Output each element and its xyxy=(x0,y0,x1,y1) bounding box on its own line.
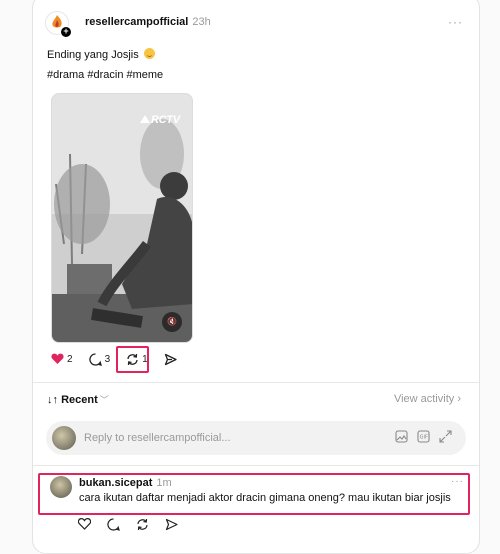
caption-text: Ending yang Josjis xyxy=(47,49,139,61)
like-button[interactable]: 2 xyxy=(51,353,73,365)
logo-text: RCTV xyxy=(151,114,180,126)
channel-logo: RCTV xyxy=(140,114,180,126)
sort-arrows-icon: ↓↑ xyxy=(47,394,58,406)
divider xyxy=(33,465,479,466)
comment-text: cara ikutan daftar menjadi aktor dracin … xyxy=(79,492,451,504)
send-icon[interactable] xyxy=(165,518,178,531)
divider xyxy=(33,382,479,383)
logo-triangle-icon xyxy=(140,115,150,123)
reply-input[interactable]: Reply to resellercampofficial... xyxy=(84,432,231,444)
post-more-icon[interactable]: ··· xyxy=(448,15,463,29)
avatar xyxy=(52,426,76,450)
heart-outline-icon[interactable] xyxy=(78,518,91,530)
send-icon xyxy=(164,353,177,365)
comment-bubble-icon[interactable] xyxy=(107,518,120,531)
svg-text:GIF: GIF xyxy=(420,435,428,441)
comment-more-icon[interactable]: ··· xyxy=(451,476,464,487)
post-username[interactable]: resellercampofficial xyxy=(85,16,188,28)
post-hashtags[interactable]: #drama #dracin #meme xyxy=(47,69,163,81)
comment-actions xyxy=(78,518,178,531)
repost-icon[interactable] xyxy=(136,518,149,531)
brand-avatar[interactable]: + xyxy=(45,11,72,38)
sort-dropdown[interactable]: ↓↑ Recent ﹀ xyxy=(47,393,109,406)
mute-icon[interactable]: 🔇 xyxy=(162,312,182,332)
reply-composer[interactable]: Reply to resellercampofficial... GIF xyxy=(46,421,466,455)
share-button[interactable] xyxy=(164,353,177,366)
video-frame-scene xyxy=(52,94,192,342)
post-author[interactable]: resellercampofficial 23h xyxy=(85,16,211,28)
expand-icon[interactable] xyxy=(439,430,452,443)
view-activity-label: View activity xyxy=(393,393,455,405)
reply-tools: GIF xyxy=(395,430,452,443)
like-count: 2 xyxy=(67,353,73,365)
view-activity-link[interactable]: View activity › xyxy=(394,393,461,405)
comment-bubble-icon xyxy=(88,352,102,366)
avatar[interactable] xyxy=(50,476,72,498)
chevron-down-icon: ﹀ xyxy=(99,395,109,405)
comment-time: 1m xyxy=(156,477,172,489)
follow-plus-icon[interactable]: + xyxy=(60,26,72,38)
comment-count: 3 xyxy=(104,353,111,365)
gif-icon[interactable]: GIF xyxy=(417,430,430,443)
post-card: + resellercampofficial 23h ··· Ending yan… xyxy=(32,0,480,554)
sort-label: Recent xyxy=(61,394,98,406)
smile-emoji-icon xyxy=(143,48,155,59)
comment-button[interactable]: 3 xyxy=(88,352,111,366)
post-video[interactable]: RCTV 🔇 xyxy=(51,93,193,343)
comment-username[interactable]: bukan.sicepat xyxy=(79,477,152,489)
heart-filled-icon xyxy=(51,353,64,364)
image-icon[interactable] xyxy=(395,430,408,443)
comment-author[interactable]: bukan.sicepat 1m xyxy=(79,477,172,489)
post-time: 23h xyxy=(192,16,211,28)
repost-highlight xyxy=(116,346,149,373)
post-caption: Ending yang Josjis xyxy=(47,48,155,61)
